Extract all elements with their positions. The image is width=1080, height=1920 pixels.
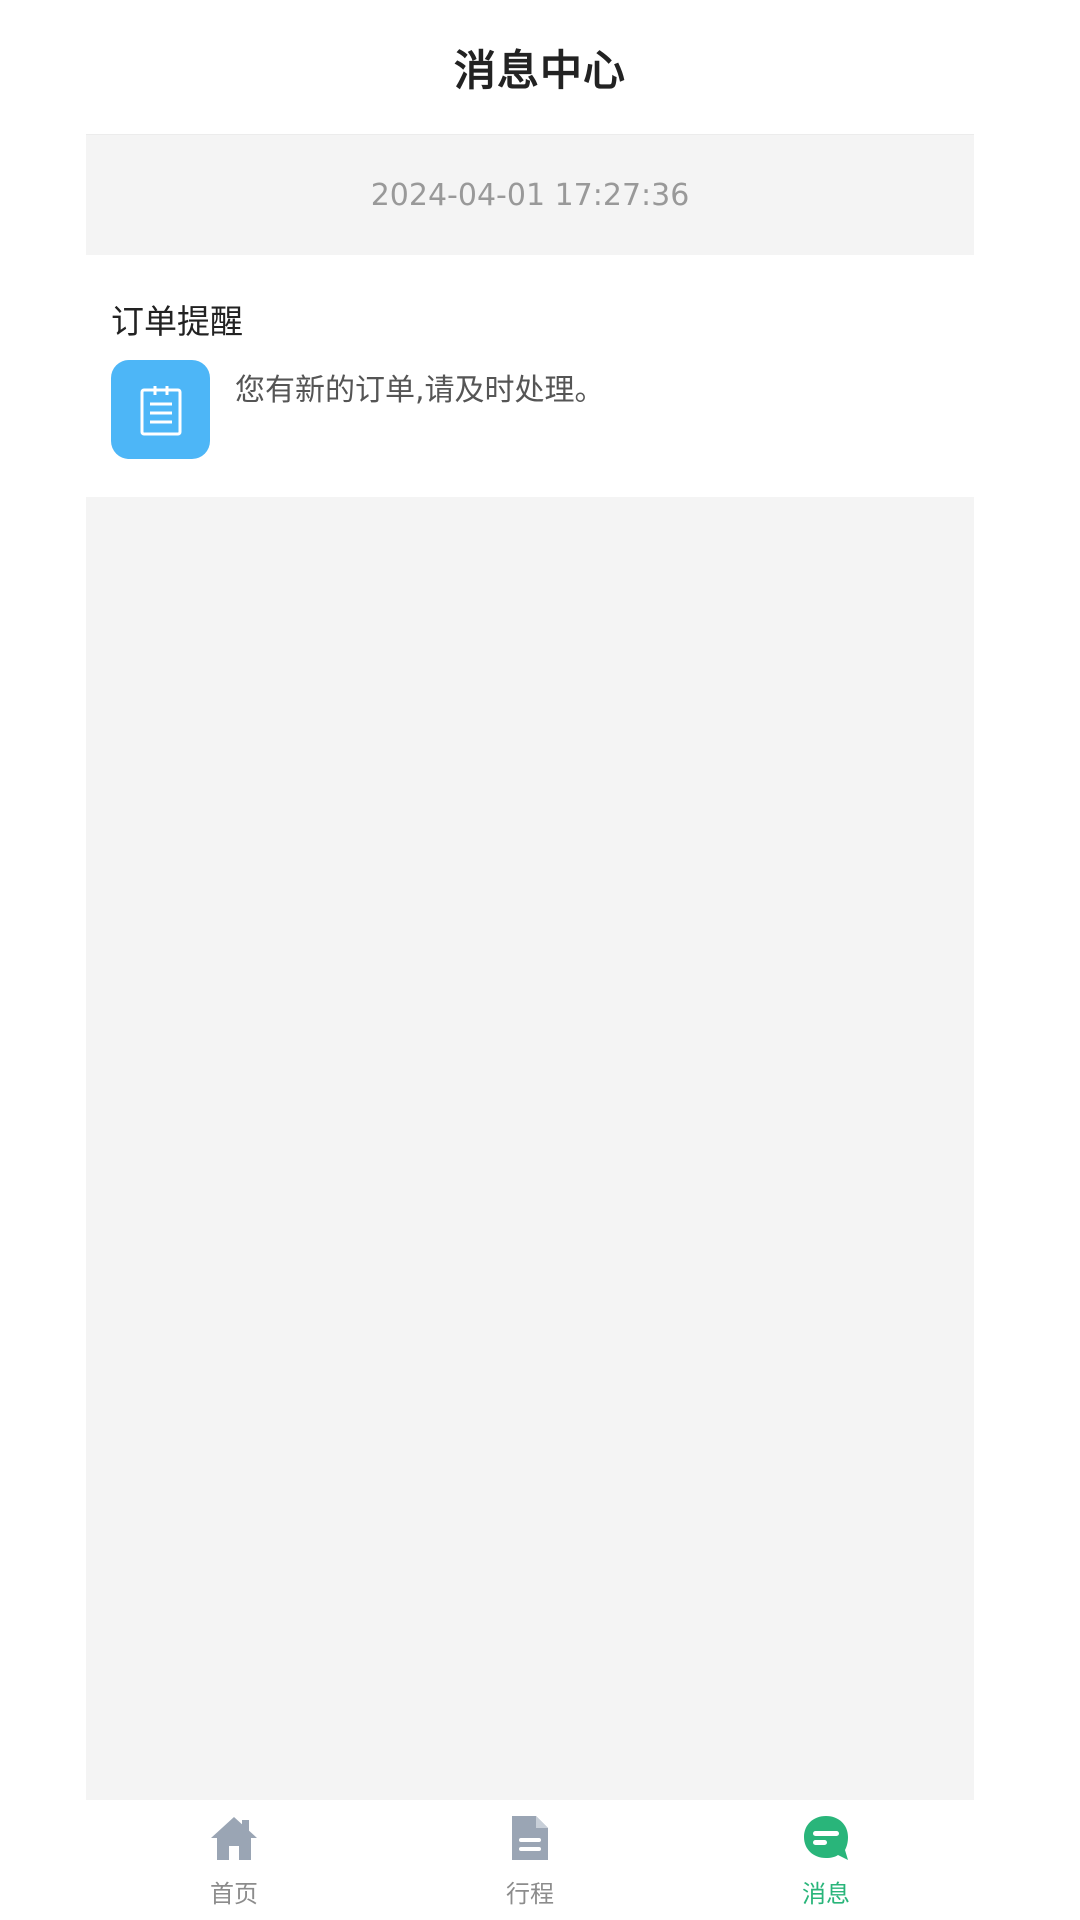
- home-icon: [208, 1812, 260, 1864]
- header: 消息中心: [0, 0, 1080, 134]
- message-list[interactable]: 2024-04-01 17:27:36 订单提醒 您有新的订单,请及时处理。: [86, 134, 974, 1800]
- message-icon: [800, 1812, 852, 1864]
- tab-trips-label: 行程: [506, 1880, 554, 1908]
- page-title: 消息中心: [453, 45, 626, 95]
- tab-home-label: 首页: [210, 1880, 258, 1908]
- tab-messages-label: 消息: [802, 1880, 850, 1908]
- document-icon: [504, 1812, 556, 1864]
- message-card[interactable]: 订单提醒 您有新的订单,请及时处理。: [86, 255, 974, 497]
- tab-home[interactable]: 首页: [86, 1800, 382, 1920]
- order-clipboard-icon: [111, 360, 210, 459]
- message-time-row: 2024-04-01 17:27:36: [86, 134, 974, 255]
- app-root: 消息中心 2024-04-01 17:27:36 订单提醒 您有新的订单,请及时…: [0, 0, 1080, 1920]
- message-card-text: 您有新的订单,请及时处理。: [235, 373, 605, 408]
- tab-trips[interactable]: 行程: [382, 1800, 678, 1920]
- message-timestamp: 2024-04-01 17:27:36: [370, 177, 690, 213]
- message-card-title: 订单提醒: [111, 302, 243, 341]
- tab-messages[interactable]: 消息: [678, 1800, 974, 1920]
- bottom-tabbar: 首页 行程 消息: [86, 1800, 974, 1920]
